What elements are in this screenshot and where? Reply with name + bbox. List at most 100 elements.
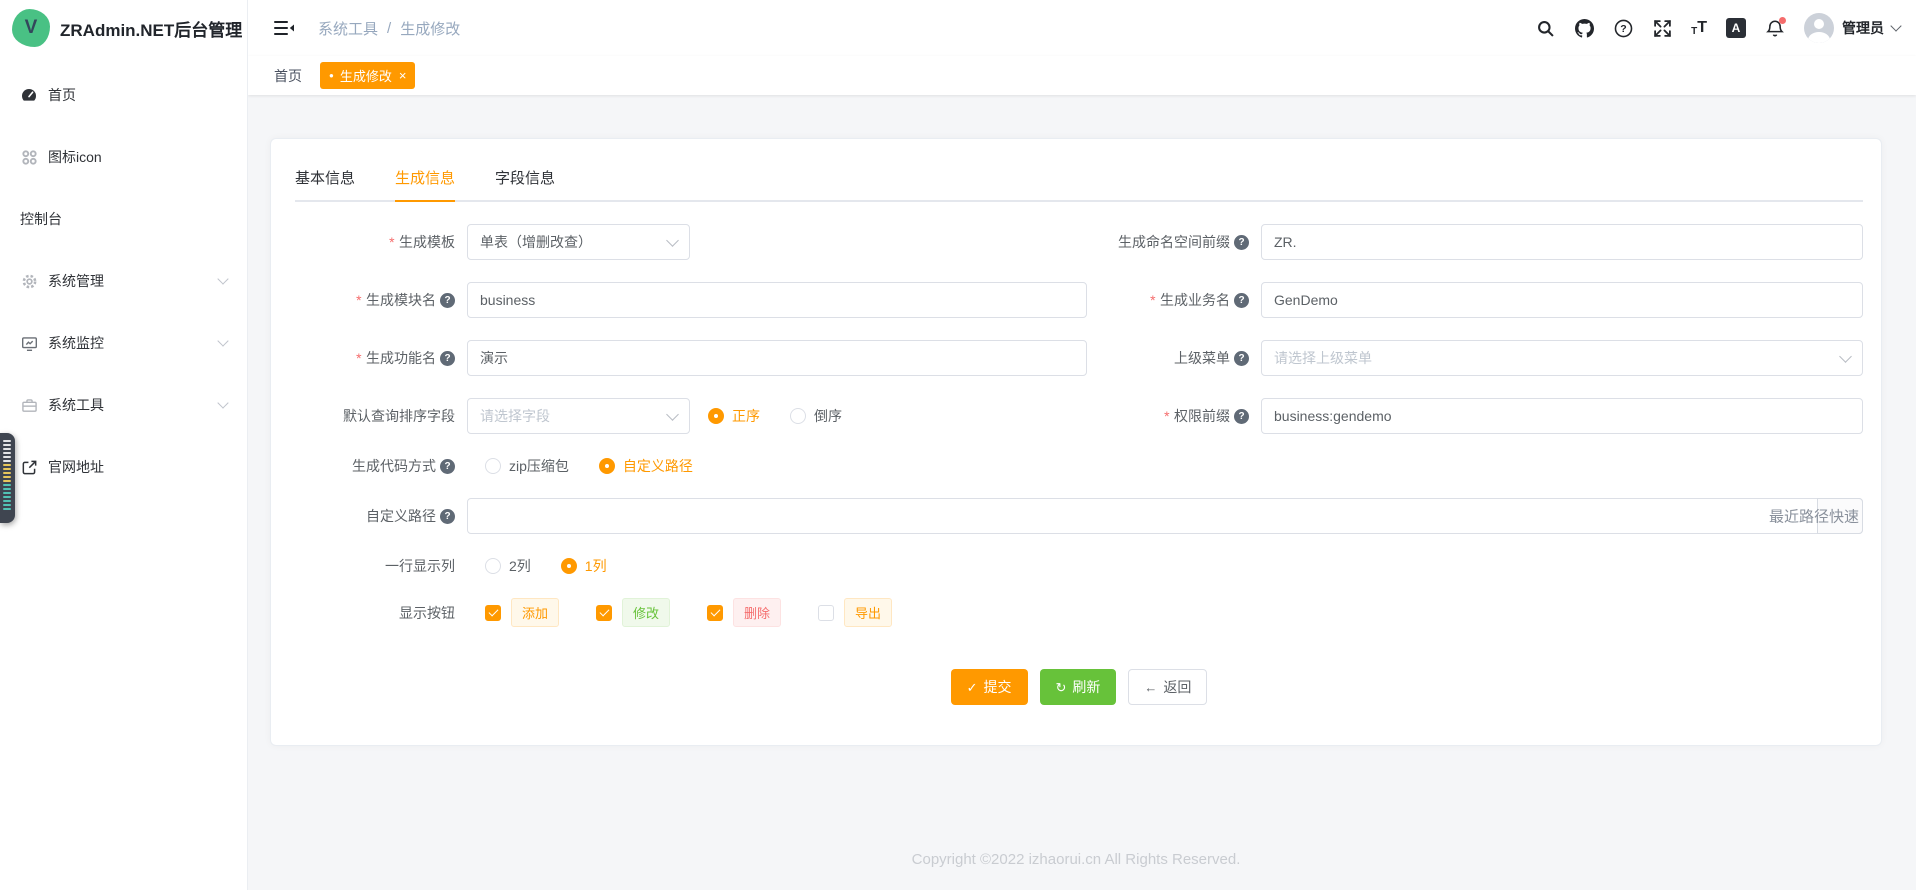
tag-home[interactable]: 首页 <box>274 66 302 86</box>
help-circle-icon[interactable]: ? <box>1234 235 1249 250</box>
back-button[interactable]: ← 返回 <box>1128 669 1207 705</box>
arrow-left-icon: ← <box>1144 681 1157 694</box>
chevron-down-icon <box>666 408 679 421</box>
content-region: 系统工具 / 生成修改 ? TT <box>248 0 1916 890</box>
sidebar-item-icons[interactable]: 图标icon <box>0 126 247 188</box>
avatar <box>1804 13 1834 43</box>
help-circle-icon[interactable]: ? <box>1234 409 1249 424</box>
help-circle-icon[interactable]: ? <box>440 509 455 524</box>
logo-letter: V <box>25 17 38 39</box>
radio-sort-desc[interactable]: 倒序 <box>790 406 842 426</box>
radio-label: 自定义路径 <box>623 456 693 476</box>
radio-dot <box>561 558 577 574</box>
notification-badge <box>1779 17 1786 24</box>
font-size-icon[interactable]: TT <box>1691 19 1707 37</box>
required-mark: * <box>389 234 394 250</box>
sidebar-item-label: 系统管理 <box>48 271 104 291</box>
sidebar-item-label: 官网地址 <box>48 457 104 477</box>
parent-menu-select[interactable]: 请选择上级菜单 <box>1261 340 1863 376</box>
bell-icon[interactable] <box>1765 18 1785 38</box>
chevron-down-icon <box>217 397 228 408</box>
required-mark: * <box>356 292 361 308</box>
form-row: * 生成模块名 ? * 生成业务名 ? <box>295 282 1863 318</box>
help-circle-icon[interactable]: ? <box>440 459 455 474</box>
custom-path-wrap: 最近路径快速 <box>467 498 1863 534</box>
tags-view-bar: 首页 ● 生成修改 × <box>248 56 1916 95</box>
custom-path-input[interactable] <box>467 498 1863 534</box>
business-input[interactable] <box>1261 282 1863 318</box>
tab-generate-info[interactable]: 生成信息 <box>395 163 455 202</box>
logo-row[interactable]: V ZRAdmin.NET后台管理 <box>0 0 247 56</box>
form-row: 显示按钮 添加 修改 删除 <box>295 598 1863 627</box>
radio-gen-zip[interactable]: zip压缩包 <box>485 456 569 476</box>
help-circle-icon[interactable]: ? <box>440 293 455 308</box>
gear-icon <box>20 272 38 290</box>
template-select[interactable]: 单表（增删改查） <box>467 224 690 260</box>
external-link-icon <box>20 458 38 476</box>
sort-field-placeholder: 请选择字段 <box>480 406 550 426</box>
help-circle-icon[interactable]: ? <box>1234 351 1249 366</box>
sidebar-item-label: 首页 <box>48 85 76 105</box>
sidebar-item-home[interactable]: 首页 <box>0 64 247 126</box>
module-input[interactable] <box>467 282 1087 318</box>
app-root: V ZRAdmin.NET后台管理 首页 图标icon 控制台 <box>0 0 1916 890</box>
submit-button[interactable]: ✓ 提交 <box>951 669 1028 705</box>
help-circle-icon[interactable]: ? <box>440 351 455 366</box>
sidebar-item-website[interactable]: 官网地址 <box>0 436 247 498</box>
radio-label: 1列 <box>585 556 607 576</box>
tab-field-info[interactable]: 字段信息 <box>495 163 555 202</box>
required-mark: * <box>1164 408 1169 424</box>
breadcrumb-page: 生成修改 <box>400 18 460 39</box>
checkbox-delete[interactable] <box>707 605 723 621</box>
help-icon[interactable]: ? <box>1613 18 1633 38</box>
function-input[interactable] <box>467 340 1087 376</box>
form-row: 生成代码方式 ? zip压缩包 自定义路径 <box>295 456 1863 476</box>
parent-menu-label: 上级菜单 ? <box>1087 348 1249 368</box>
app-title: ZRAdmin.NET后台管理 <box>60 16 242 41</box>
custom-path-label: 自定义路径 ? <box>295 506 455 526</box>
radio-one-column[interactable]: 1列 <box>561 556 607 576</box>
copyright-footer: Copyright ©2022 izhaorui.cn All Rights R… <box>270 851 1882 868</box>
radio-two-columns[interactable]: 2列 <box>485 556 531 576</box>
checkbox-export[interactable] <box>818 605 834 621</box>
grid-dots-icon <box>20 148 38 166</box>
radio-gen-custom-path[interactable]: 自定义路径 <box>599 456 693 476</box>
checkbox-group-export: 导出 <box>818 598 892 627</box>
locale-icon[interactable]: A <box>1726 18 1746 38</box>
search-icon[interactable] <box>1535 18 1555 38</box>
perm-prefix-input[interactable] <box>1261 398 1863 434</box>
theme-drawer-handle[interactable] <box>0 433 15 523</box>
radio-sort-asc[interactable]: 正序 <box>708 406 760 426</box>
github-icon[interactable] <box>1574 18 1594 38</box>
tab-basic-info[interactable]: 基本信息 <box>295 163 355 202</box>
tag-export: 导出 <box>844 598 892 627</box>
breadcrumb-section[interactable]: 系统工具 <box>318 18 378 39</box>
top-navbar: 系统工具 / 生成修改 ? TT <box>248 0 1916 56</box>
radio-label: 倒序 <box>814 406 842 426</box>
radio-dot <box>485 558 501 574</box>
collapse-sidebar-icon[interactable] <box>274 19 294 37</box>
help-circle-icon[interactable]: ? <box>1234 293 1249 308</box>
checkbox-edit[interactable] <box>596 605 612 621</box>
function-label: * 生成功能名 ? <box>295 348 455 368</box>
checkbox-add[interactable] <box>485 605 501 621</box>
required-mark: * <box>1150 292 1155 308</box>
user-menu[interactable]: 管理员 <box>1804 13 1900 43</box>
sidebar-item-system-manage[interactable]: 系统管理 <box>0 250 247 312</box>
username: 管理员 <box>1842 18 1884 38</box>
close-icon[interactable]: × <box>399 68 407 83</box>
namespace-input[interactable] <box>1261 224 1863 260</box>
fullscreen-icon[interactable] <box>1652 18 1672 38</box>
sort-field-select[interactable]: 请选择字段 <box>467 398 690 434</box>
refresh-button[interactable]: ↻ 刷新 <box>1040 669 1117 705</box>
sidebar-nav: 首页 图标icon 控制台 系统管理 <box>0 56 247 498</box>
sidebar-item-system-monitor[interactable]: 系统监控 <box>0 312 247 374</box>
sidebar-item-system-tools[interactable]: 系统工具 <box>0 374 247 436</box>
chevron-down-icon <box>217 335 228 346</box>
tag-active-page[interactable]: ● 生成修改 × <box>320 62 415 89</box>
tag-add: 添加 <box>511 598 559 627</box>
refresh-icon: ↻ <box>1056 681 1067 694</box>
checkbox-group-delete: 删除 <box>707 598 781 627</box>
sidebar-item-console[interactable]: 控制台 <box>0 188 247 250</box>
recent-path-button[interactable] <box>1817 498 1863 534</box>
